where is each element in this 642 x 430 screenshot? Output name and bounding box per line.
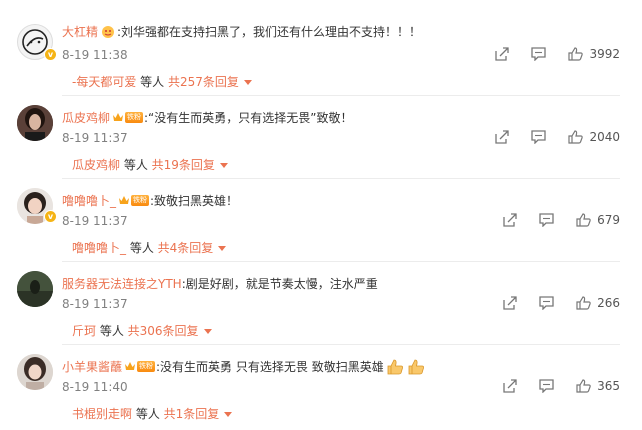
thumbs-up-icon (568, 47, 584, 61)
share-icon (503, 213, 517, 227)
comment-button[interactable] (539, 213, 554, 227)
comment-time: 8-19 11:37 (62, 214, 128, 228)
thumbs-up-icon (576, 379, 591, 393)
comment-icon (539, 213, 554, 227)
comment-item: 瓜皮鸡柳 铁粉 :“没有生而英勇，只有选择无畏”致敬！ 8-19 11:37 瓜… (0, 86, 642, 172)
comment-username[interactable]: 服务器无法连接之YTH (62, 275, 182, 292)
comment-text: :剧是好剧，就是节奏太慢，注水严重 (181, 277, 378, 291)
comment-item: v 大杠精 :刘华强都在支持扫黑了，我们还有什么理由不支持！！！ 8-19 11… (0, 0, 642, 89)
comment-button[interactable] (539, 296, 554, 310)
avatar[interactable] (17, 105, 53, 141)
share-icon (495, 130, 510, 144)
comment-button[interactable] (539, 379, 554, 393)
share-button[interactable] (503, 296, 517, 310)
share-icon (503, 296, 517, 310)
avatar[interactable] (17, 354, 53, 390)
crown-icon (112, 111, 124, 125)
share-button[interactable] (503, 213, 517, 227)
fan-badge: 铁粉 (131, 195, 150, 206)
thumbs-up-emoji-icon (386, 359, 404, 375)
share-button[interactable] (495, 130, 510, 144)
share-icon (503, 379, 517, 393)
chevron-down-icon[interactable] (203, 329, 212, 334)
comment-item: 小羊果酱蘸 铁粉 :没有生而英勇 只有选择无畏 致敬扫黑英雄 8-19 11:4… (0, 335, 642, 422)
comment-button[interactable] (531, 130, 547, 144)
comment-button[interactable] (531, 47, 547, 61)
comment-time: 8-19 11:40 (62, 380, 128, 394)
comment-text: :“没有生而英勇，只有选择无畏”致敬！ (144, 111, 353, 125)
verified-badge-icon: v (44, 210, 57, 223)
verified-badge-icon: v (44, 48, 57, 61)
comment-icon (531, 47, 547, 61)
share-icon (495, 47, 510, 61)
chevron-down-icon[interactable] (224, 412, 233, 417)
thumbs-up-icon (576, 296, 591, 310)
chevron-down-icon[interactable] (243, 80, 252, 85)
like-button[interactable]: 2040 (568, 130, 620, 144)
comment-icon (531, 130, 547, 144)
comment-header: 服务器无法连接之YTH :剧是好剧，就是节奏太慢，注水严重 (62, 275, 378, 292)
reply-summary[interactable]: 书棍别走啊 等人 共1条回复 (72, 405, 233, 422)
like-button[interactable]: 3992 (568, 47, 620, 61)
share-button[interactable] (503, 379, 517, 393)
comment-username[interactable]: 小羊果酱蘸 (62, 358, 122, 375)
comment-actions: 679 (503, 210, 620, 230)
comment-actions: 365 (503, 376, 620, 396)
comment-actions: 2040 (495, 127, 620, 147)
comment-actions: 266 (503, 293, 620, 313)
comment-text: :刘华强都在支持扫黑了，我们还有什么理由不支持！！！ (117, 25, 422, 39)
reply-username[interactable]: 书棍别走啊 (72, 407, 132, 421)
avatar[interactable] (17, 271, 53, 307)
comment-header: 噜噜噜卜_ 铁粉 :致敬扫黑英雄！ (62, 192, 238, 209)
comment-icon (539, 296, 554, 310)
comment-text: :致敬扫黑英雄！ (150, 194, 239, 208)
fan-badge: 铁粉 (137, 361, 156, 372)
thumbs-up-icon (576, 213, 591, 227)
like-count: 2040 (589, 130, 620, 144)
like-count: 266 (597, 296, 620, 310)
chevron-down-icon[interactable] (219, 163, 228, 168)
share-button[interactable] (495, 47, 510, 61)
like-count: 3992 (589, 47, 620, 61)
comment-feed: v 大杠精 :刘华强都在支持扫黑了，我们还有什么理由不支持！！！ 8-19 11… (0, 0, 642, 430)
reply-count-link[interactable]: 共1条回复 (164, 407, 220, 421)
comment-time: 8-19 11:38 (62, 48, 128, 62)
comment-time: 8-19 11:37 (62, 131, 128, 145)
comment-item: v 噜噜噜卜_ 铁粉 :致敬扫黑英雄！ 8-19 11:37 噜噜噜卜_ 等人 … (0, 169, 642, 255)
crown-icon (124, 360, 136, 374)
thumbs-up-icon (568, 130, 584, 144)
comment-item: 服务器无法连接之YTH :剧是好剧，就是节奏太慢，注水严重 8-19 11:37… (0, 252, 642, 338)
comment-header: 小羊果酱蘸 铁粉 :没有生而英勇 只有选择无畏 致敬扫黑英雄 (62, 358, 426, 375)
comment-username[interactable]: 瓜皮鸡柳 (62, 109, 110, 126)
comment-header: 瓜皮鸡柳 铁粉 :“没有生而英勇，只有选择无畏”致敬！ (62, 109, 353, 126)
like-count: 365 (597, 379, 620, 393)
fan-badge: 铁粉 (125, 112, 144, 123)
comment-actions: 3992 (495, 44, 620, 64)
comment-username[interactable]: 大杠精 (62, 23, 98, 40)
emoji-icon (100, 25, 116, 39)
like-button[interactable]: 266 (576, 296, 620, 310)
like-count: 679 (597, 213, 620, 227)
comment-username[interactable]: 噜噜噜卜_ (62, 192, 116, 209)
thumbs-up-emoji-icon (407, 359, 425, 375)
comment-time: 8-19 11:37 (62, 297, 128, 311)
like-button[interactable]: 679 (576, 213, 620, 227)
comment-header: 大杠精 :刘华强都在支持扫黑了，我们还有什么理由不支持！！！ (62, 23, 421, 40)
comment-text: :没有生而英勇 只有选择无畏 致敬扫黑英雄 (156, 360, 384, 374)
crown-icon (118, 194, 130, 208)
chevron-down-icon[interactable] (218, 246, 227, 251)
like-button[interactable]: 365 (576, 379, 620, 393)
comment-icon (539, 379, 554, 393)
reply-suffix: 等人 (132, 407, 164, 421)
